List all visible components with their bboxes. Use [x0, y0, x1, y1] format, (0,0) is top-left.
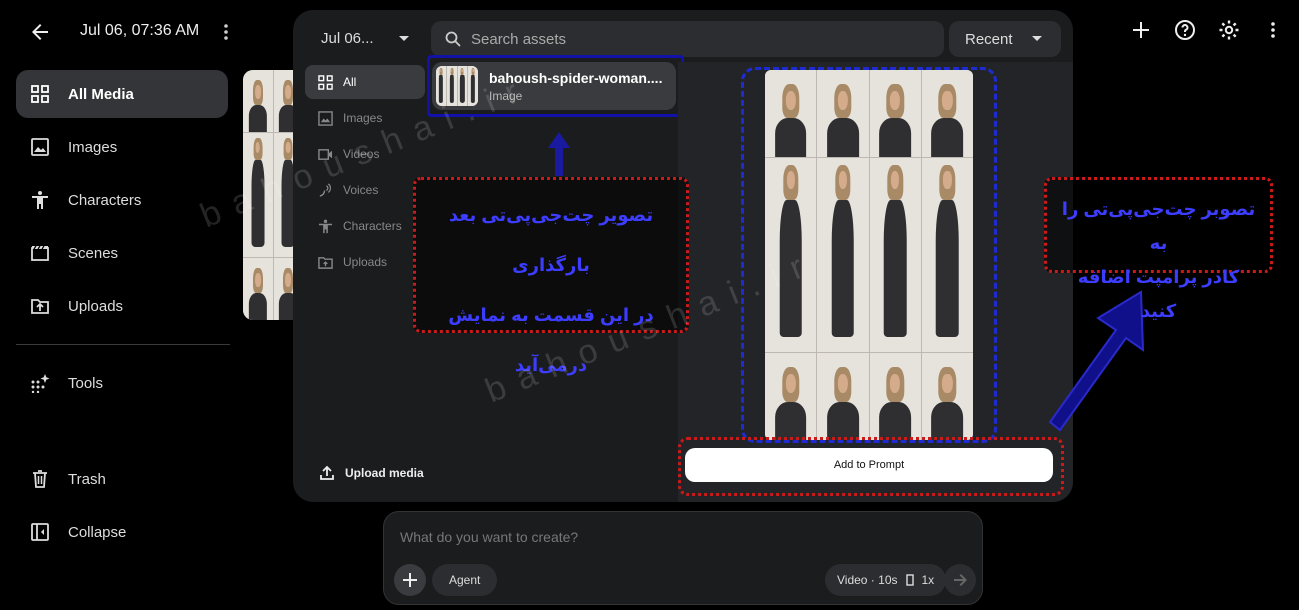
- upload-media-label: Upload media: [345, 466, 424, 480]
- annotation-note-left: تصویر چت‌جی‌پی‌تی بعد بارگذاری در این قس…: [413, 177, 689, 375]
- sidebar-item-label: Scenes: [68, 244, 119, 262]
- category-label: Images: [343, 111, 383, 125]
- add-button-highlight-frame: [678, 437, 1064, 496]
- help-icon[interactable]: [1173, 18, 1197, 42]
- category-label: Voices: [343, 183, 379, 197]
- category-label: Characters: [343, 219, 402, 233]
- page-title: Jul 06, 07:36 AM: [80, 22, 200, 39]
- sidebar-item-images[interactable]: Images: [16, 123, 228, 171]
- aspect-ratio-icon: [905, 574, 914, 586]
- grid-icon: [318, 74, 333, 90]
- plus-icon: [403, 573, 417, 587]
- top-actions: [1129, 18, 1285, 42]
- asset-highlight-frame: [427, 55, 684, 117]
- add-attachment-button[interactable]: [394, 564, 426, 596]
- settings-gear-icon[interactable]: [1217, 18, 1241, 42]
- voice-icon: [319, 182, 332, 197]
- agent-button[interactable]: Agent: [432, 564, 498, 596]
- sparkle-grid-icon: [31, 374, 50, 393]
- upload-folder-icon: [31, 299, 49, 314]
- upload-media-button[interactable]: Upload media: [319, 465, 424, 481]
- clapperboard-icon: [31, 245, 49, 261]
- sidebar-item-characters[interactable]: Characters: [16, 176, 228, 224]
- video-settings-label: Video · 10s: [837, 573, 898, 587]
- sidebar-item-all-media[interactable]: All Media: [16, 70, 228, 118]
- category-voices[interactable]: Voices: [305, 173, 425, 207]
- category-videos[interactable]: Videos: [305, 137, 425, 171]
- category-label: All: [343, 75, 357, 89]
- date-filter-label: Jul 06...: [321, 30, 374, 47]
- sidebar-item-trash[interactable]: Trash: [16, 455, 228, 503]
- more-vert-icon[interactable]: [218, 20, 234, 44]
- sidebar-item-collapse[interactable]: Collapse: [16, 508, 228, 556]
- sidebar-item-label: Collapse: [68, 523, 127, 541]
- annotation-note-right: تصوبر چت‌جی‌پی‌تی را به کادر پرامپت اضاف…: [1044, 177, 1273, 321]
- sidebar-item-uploads[interactable]: Uploads: [16, 282, 228, 330]
- caret-down-icon: [398, 35, 409, 41]
- prompt-composer: Agent Video · 10s 1x: [383, 511, 983, 605]
- category-uploads[interactable]: Uploads: [305, 245, 425, 279]
- category-list: All Images Videos Voices Characters Uplo…: [305, 65, 425, 281]
- category-images[interactable]: Images: [305, 101, 425, 135]
- search-input[interactable]: Search assets: [431, 21, 944, 57]
- add-icon[interactable]: [1129, 18, 1153, 42]
- preview-highlight-frame: [741, 67, 997, 443]
- sidebar-item-tools[interactable]: Tools: [16, 359, 228, 407]
- collapse-sidebar-icon: [31, 523, 49, 541]
- search-icon: [445, 31, 461, 47]
- upload-folder-icon: [318, 256, 333, 269]
- sidebar-item-scenes[interactable]: Scenes: [16, 229, 228, 277]
- trash-icon: [33, 470, 47, 488]
- search-placeholder: Search assets: [471, 30, 567, 48]
- grid-icon: [31, 85, 49, 103]
- prompt-input[interactable]: [400, 529, 960, 545]
- image-icon: [31, 138, 49, 156]
- arrow-right-icon: [954, 574, 967, 586]
- sidebar-item-label: All Media: [68, 85, 134, 103]
- person-icon: [32, 191, 48, 209]
- caret-down-icon: [1031, 36, 1042, 41]
- video-settings-button[interactable]: Video · 10s 1x: [825, 564, 947, 596]
- more-vert-icon[interactable]: [1261, 18, 1285, 42]
- category-label: Videos: [343, 147, 380, 161]
- sidebar: All Media Images Characters Scenes Uploa…: [16, 70, 230, 561]
- sidebar-divider: [16, 344, 230, 345]
- sort-dropdown[interactable]: Recent: [949, 21, 1061, 57]
- person-icon: [318, 219, 333, 233]
- video-camera-icon: [318, 148, 333, 160]
- send-button[interactable]: [944, 564, 976, 596]
- sidebar-item-label: Characters: [68, 191, 142, 209]
- category-all[interactable]: All: [305, 65, 425, 99]
- count-label: 1x: [921, 573, 935, 587]
- category-characters[interactable]: Characters: [305, 209, 425, 243]
- sort-label: Recent: [965, 30, 1013, 48]
- upload-icon: [320, 465, 334, 480]
- sidebar-item-label: Images: [68, 138, 118, 156]
- date-filter-dropdown[interactable]: Jul 06...: [321, 30, 410, 47]
- arrow-up-annotation-icon: [548, 132, 570, 176]
- back-arrow-icon[interactable]: [28, 20, 52, 44]
- sidebar-item-label: Trash: [68, 470, 106, 488]
- sidebar-item-label: Tools: [68, 374, 104, 392]
- image-icon: [318, 110, 333, 126]
- sidebar-item-label: Uploads: [68, 297, 124, 315]
- category-label: Uploads: [343, 255, 388, 269]
